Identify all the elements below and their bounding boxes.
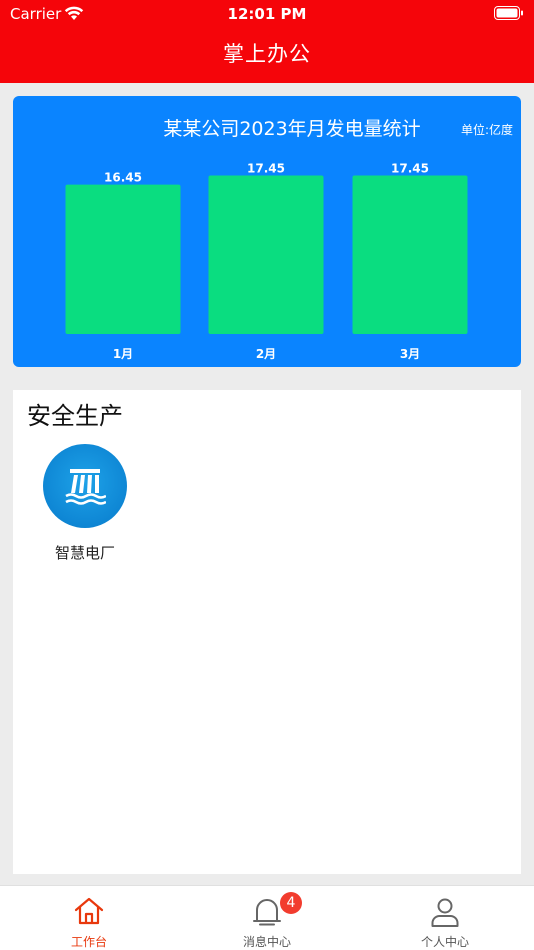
tab-label: 个人中心 <box>420 935 469 949</box>
nav-bar: 掌上办公 <box>0 28 534 83</box>
bar-1 <box>65 184 181 334</box>
tab-workbench[interactable]: 工作台 <box>0 886 178 950</box>
bar-chart: 16.45 1月 17.45 2月 17.45 3月 <box>65 162 468 361</box>
home-icon <box>74 897 104 925</box>
category-label-2: 2月 <box>256 347 276 361</box>
bar-3 <box>352 175 468 334</box>
bar-2 <box>208 175 324 334</box>
app-smart-power-plant[interactable]: 智慧电厂 <box>35 444 135 563</box>
bar-value-label-1: 16.45 <box>104 171 142 185</box>
chart-card: 某某公司2023年月发电量统计 单位:亿度 16.45 1月 17.45 2月 17.4… <box>13 96 521 367</box>
bell-icon <box>253 899 281 926</box>
tab-bar: 工作台 4 消息中心 个人中心 <box>0 885 534 950</box>
status-time: 12:01 PM <box>227 5 307 23</box>
person-icon <box>431 898 459 927</box>
tab-profile[interactable]: 个人中心 <box>356 886 534 950</box>
safety-production-section: 安全生产 智慧电厂 <box>13 390 521 874</box>
tab-messages[interactable]: 4 消息中心 <box>178 886 356 950</box>
tab-label: 消息中心 <box>242 935 291 949</box>
status-bar: Carrier 12:01 PM <box>0 0 534 28</box>
battery-icon <box>494 6 523 20</box>
category-label-3: 3月 <box>400 347 420 361</box>
section-title: 安全生产 <box>27 402 123 430</box>
tab-label: 工作台 <box>70 935 107 949</box>
power-plant-icon <box>43 444 127 528</box>
bar-value-label-2: 17.45 <box>247 162 285 176</box>
app-label: 智慧电厂 <box>54 544 115 562</box>
unread-badge: 4 <box>280 892 302 914</box>
category-label-1: 1月 <box>113 347 133 361</box>
page-title: 掌上办公 <box>223 42 311 66</box>
bar-value-label-3: 17.45 <box>391 162 429 176</box>
